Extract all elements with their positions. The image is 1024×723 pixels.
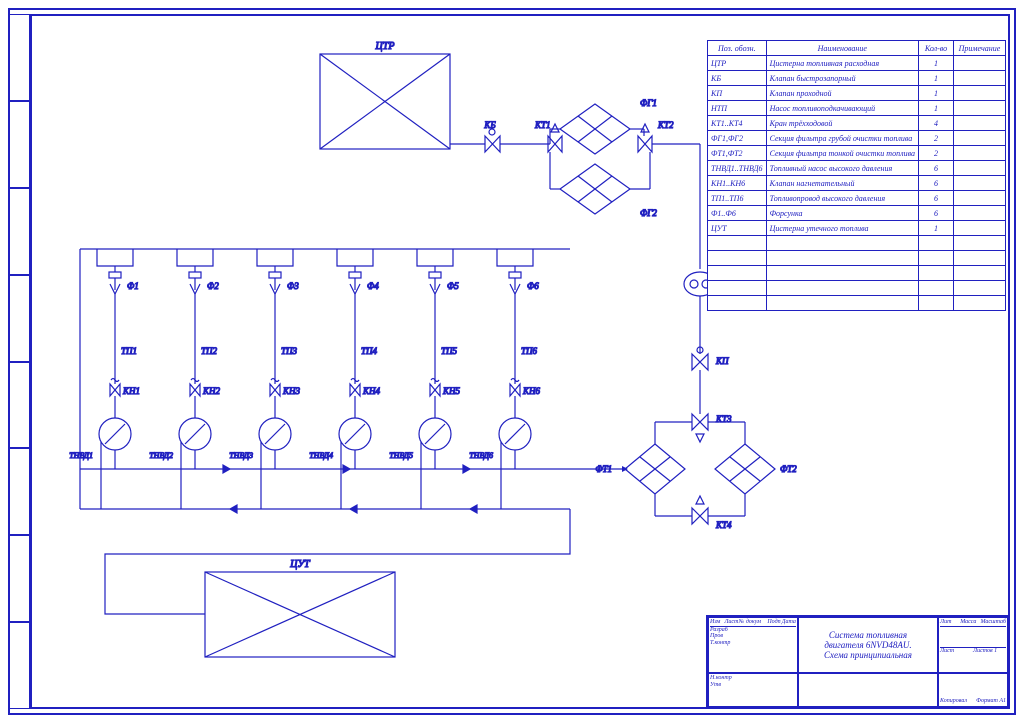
bom-row: ТНВД1..ТНВД6Топливный насос высокого дав… [708, 161, 1006, 176]
valve-kp-label: КП [715, 356, 729, 366]
svg-text:КН5: КН5 [442, 386, 460, 396]
svg-text:Ф3: Ф3 [287, 281, 299, 291]
cylinder-6: Ф6 ТП6 КН6 ТНВД6 [469, 249, 540, 509]
tb-format: Копировал Формат A1 [938, 673, 1008, 707]
svg-text:ТП4: ТП4 [361, 346, 378, 356]
bom-row: ЦТРЦистерна топливная расходная1 [708, 56, 1006, 71]
bom-hdr-pos: Поз. обозн. [708, 41, 767, 56]
svg-text:ТНВД5: ТНВД5 [389, 451, 413, 460]
drawing-sheet: ЦТР КБ ФГ1 ФГ2 [0, 0, 1024, 723]
bom-row: ЦУТЦистерна утечного топлива1 [708, 221, 1006, 236]
side-cell [10, 101, 30, 188]
valve-kp: КП [692, 347, 729, 370]
tb-mass: Лит Масса Масштаб Лист Листов 1 [938, 617, 1008, 673]
bom-row: КТ1..КТ4Кран трёхходовой4 [708, 116, 1006, 131]
cylinder-stacks: Ф1ТП1КН1ТНВД1Ф2ТП2КН2ТНВД2Ф3ТП3КН3ТНВД3Ф… [69, 249, 540, 509]
svg-text:ТНВД6: ТНВД6 [469, 451, 493, 460]
svg-text:КН1: КН1 [122, 386, 140, 396]
cylinder-2: Ф2 ТП2 КН2 ТНВД2 [149, 249, 220, 509]
bom-row [708, 236, 1006, 251]
bom-hdr-note: Примечание [954, 41, 1006, 56]
tank-bottom-label: ЦУТ [289, 559, 311, 570]
svg-text:КН3: КН3 [282, 386, 300, 396]
bom-row: ФТ1,ФТ2Секция фильтра тонкой очистки топ… [708, 146, 1006, 161]
svg-text:ТНВД4: ТНВД4 [309, 451, 333, 460]
ft2-label: ФТ2 [780, 464, 797, 474]
side-cell [10, 188, 30, 275]
svg-text:Ф4: Ф4 [367, 281, 379, 291]
bom-row [708, 266, 1006, 281]
bom-body: ЦТРЦистерна топливная расходная1КБКлапан… [708, 56, 1006, 311]
bom-row: ТП1..ТП6Топливопровод высокого давления6 [708, 191, 1006, 206]
bom-row: КБКлапан быстрозапорный1 [708, 71, 1006, 86]
svg-text:КН4: КН4 [362, 386, 380, 396]
svg-text:Ф1: Ф1 [127, 281, 139, 291]
bom-row: ФГ1,ФГ2Секция фильтра грубой очистки топ… [708, 131, 1006, 146]
bom-row: КН1..КН6Клапан нагнетательный6 [708, 176, 1006, 191]
tb-sign: Н.контр Утв [708, 673, 798, 707]
tb-revisions: Изм Лист № докум Подп Дата Разраб Пров Т… [708, 617, 798, 673]
svg-text:Ф6: Ф6 [527, 281, 539, 291]
side-cell [10, 622, 30, 709]
svg-text:Ф2: Ф2 [207, 281, 219, 291]
svg-text:КН2: КН2 [202, 386, 220, 396]
bom-row: Ф1..Ф6Форсунка6 [708, 206, 1006, 221]
valve-kb-label: КБ [483, 120, 496, 130]
bom-row [708, 296, 1006, 311]
side-cell [10, 535, 30, 622]
side-cell [10, 448, 30, 535]
filter-fg-bridge: ФГ1 ФГ2 КТ1 КТ2 [534, 98, 674, 218]
svg-text:ТП2: ТП2 [201, 346, 218, 356]
tb-title: Система топливная двигателя 6NVD48AU. Сх… [798, 617, 938, 673]
svg-text:ТНВД3: ТНВД3 [229, 451, 253, 460]
valve-kb: КБ [450, 120, 500, 152]
svg-text:Ф5: Ф5 [447, 281, 459, 291]
bom-hdr-qty: Кол-во [919, 41, 954, 56]
tank-bottom: ЦУТ [205, 559, 395, 657]
bom-row: КПКлапан проходной1 [708, 86, 1006, 101]
svg-text:КН6: КН6 [522, 386, 540, 396]
filter-ft-bridge: КТ3 ФТ1 ФТ2 КТ4 [595, 414, 797, 530]
svg-text:ТП1: ТП1 [121, 346, 137, 356]
svg-text:ТНВД1: ТНВД1 [69, 451, 93, 460]
svg-text:ТНВД2: ТНВД2 [149, 451, 173, 460]
bom-table: Поз. обозн. Наименование Кол-во Примечан… [707, 40, 1006, 311]
kt4-label: КТ4 [715, 520, 732, 530]
title-block: Изм Лист № докум Подп Дата Разраб Пров Т… [706, 615, 1010, 709]
side-cell [10, 275, 30, 362]
svg-text:ТП5: ТП5 [441, 346, 458, 356]
kt2-label: КТ2 [657, 120, 674, 130]
cylinder-5: Ф5 ТП5 КН5 ТНВД5 [389, 249, 460, 509]
binding-strip [10, 14, 30, 709]
tank-top-label: ЦТР [375, 41, 395, 52]
fg2-label: ФГ2 [640, 208, 657, 218]
bom-row: НТПНасос топливоподкачивающий1 [708, 101, 1006, 116]
side-cell [10, 14, 30, 101]
side-cell [10, 362, 30, 449]
svg-text:ТП6: ТП6 [521, 346, 538, 356]
bom-hdr-name: Наименование [766, 41, 918, 56]
cylinder-3: Ф3 ТП3 КН3 ТНВД3 [229, 249, 300, 509]
bom-row [708, 281, 1006, 296]
kt1-label: КТ1 [534, 120, 550, 130]
fg1-label: ФГ1 [640, 98, 657, 108]
tb-org [798, 673, 938, 707]
bom-row [708, 251, 1006, 266]
svg-text:ТП3: ТП3 [281, 346, 298, 356]
